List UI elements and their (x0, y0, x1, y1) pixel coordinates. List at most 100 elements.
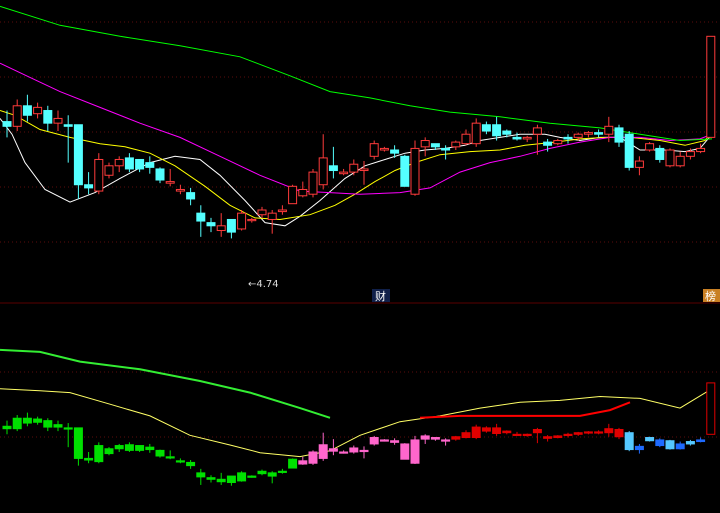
candle[interactable] (53, 110, 63, 132)
candle[interactable] (298, 181, 308, 198)
indicator-candle[interactable] (553, 435, 563, 439)
indicator-candle[interactable] (685, 439, 695, 446)
indicator-candle[interactable] (339, 450, 349, 454)
candle[interactable] (135, 158, 145, 173)
indicator-candle[interactable] (226, 475, 236, 486)
indicator-candle[interactable] (634, 443, 644, 454)
chart-canvas[interactable]: ←4.74 财 榜 (0, 0, 720, 509)
candle[interactable] (73, 124, 83, 199)
candle[interactable] (308, 168, 318, 198)
candle[interactable] (349, 159, 359, 176)
indicator-candle[interactable] (461, 430, 471, 439)
candle[interactable] (186, 187, 196, 206)
indicator-candle[interactable] (583, 431, 593, 435)
candle[interactable] (481, 121, 491, 135)
candle[interactable] (614, 124, 624, 147)
indicator-candle[interactable] (114, 443, 124, 452)
candle[interactable] (22, 94, 32, 122)
candle[interactable] (206, 217, 216, 233)
candle[interactable] (420, 137, 430, 157)
candle[interactable] (84, 172, 94, 195)
candle[interactable] (369, 140, 379, 160)
candle[interactable] (104, 162, 114, 179)
indicator-candle[interactable] (573, 431, 583, 436)
stock-chart[interactable]: ←4.74 财 榜 (0, 0, 720, 509)
candle[interactable] (634, 156, 644, 176)
candle[interactable] (410, 140, 420, 196)
indicator-candle[interactable] (155, 449, 165, 458)
indicator-candle[interactable] (359, 446, 369, 459)
indicator-candle[interactable] (124, 442, 134, 452)
marker-bang[interactable]: 榜 (703, 289, 720, 303)
indicator-candle[interactable] (471, 424, 481, 440)
candle[interactable] (12, 99, 22, 132)
candle[interactable] (247, 217, 257, 223)
indicator-candle[interactable] (614, 427, 624, 440)
candle[interactable] (379, 146, 389, 152)
candle[interactable] (624, 131, 634, 171)
indicator-candle[interactable] (135, 445, 145, 452)
candle[interactable] (339, 168, 349, 176)
candle[interactable] (675, 151, 685, 168)
indicator-candle[interactable] (522, 433, 532, 437)
indicator-candle[interactable] (696, 437, 706, 443)
indicator-candle[interactable] (379, 439, 389, 442)
candle[interactable] (267, 210, 277, 234)
candle[interactable] (124, 153, 134, 173)
candle[interactable] (277, 205, 287, 215)
indicator-candle[interactable] (390, 438, 400, 445)
indicator-candle[interactable] (400, 443, 410, 460)
indicator-candle[interactable] (563, 432, 573, 438)
candle[interactable] (145, 156, 155, 174)
indicator-candle[interactable] (237, 471, 247, 482)
indicator-candle[interactable] (12, 415, 22, 432)
indicator-candle[interactable] (104, 447, 114, 456)
indicator-candle[interactable] (216, 472, 226, 485)
candle[interactable] (594, 129, 604, 138)
indicator-candle[interactable] (63, 423, 73, 448)
indicator-candle[interactable] (420, 434, 430, 444)
indicator-candle[interactable] (502, 430, 512, 435)
indicator-candle[interactable] (84, 451, 94, 464)
indicator-candle[interactable] (594, 430, 604, 435)
candle[interactable] (400, 154, 410, 187)
indicator-candle[interactable] (308, 450, 318, 465)
indicator-candle[interactable] (94, 442, 104, 464)
candle[interactable] (563, 134, 573, 144)
indicator-candle[interactable] (543, 435, 553, 442)
indicator-candle[interactable] (165, 450, 175, 460)
candle[interactable] (196, 205, 206, 237)
indicator-candle[interactable] (53, 420, 63, 432)
indicator-candle[interactable] (145, 443, 155, 453)
indicator-candle[interactable] (267, 471, 277, 484)
indicator-candle[interactable] (481, 426, 491, 433)
indicator-candle[interactable] (22, 412, 32, 427)
indicator-candle[interactable] (43, 418, 53, 432)
indicator-candle[interactable] (706, 382, 716, 435)
indicator-candle[interactable] (430, 437, 440, 441)
indicator-candle[interactable] (512, 431, 522, 437)
candle[interactable] (175, 184, 185, 195)
candle[interactable] (63, 115, 73, 163)
indicator-candle[interactable] (624, 431, 634, 452)
indicator-candle[interactable] (441, 438, 451, 446)
indicator-candle[interactable] (277, 468, 287, 474)
candle[interactable] (655, 145, 665, 163)
candle[interactable] (471, 118, 481, 147)
candle[interactable] (583, 131, 593, 138)
candle[interactable] (328, 146, 338, 179)
marker-cai[interactable]: 财 (372, 289, 390, 303)
indicator-candle[interactable] (33, 416, 43, 425)
candle[interactable] (706, 35, 716, 138)
candle[interactable] (43, 105, 53, 132)
candle[interactable] (155, 167, 165, 184)
indicator-candle[interactable] (369, 435, 379, 446)
indicator-candle[interactable] (410, 435, 420, 465)
candle[interactable] (114, 156, 124, 173)
indicator-candle[interactable] (196, 468, 206, 485)
indicator-candle[interactable] (665, 439, 675, 450)
indicator-candle[interactable] (186, 460, 196, 469)
candle[interactable] (645, 142, 655, 152)
indicator-candle[interactable] (349, 445, 359, 454)
indicator-candle[interactable] (288, 458, 298, 469)
